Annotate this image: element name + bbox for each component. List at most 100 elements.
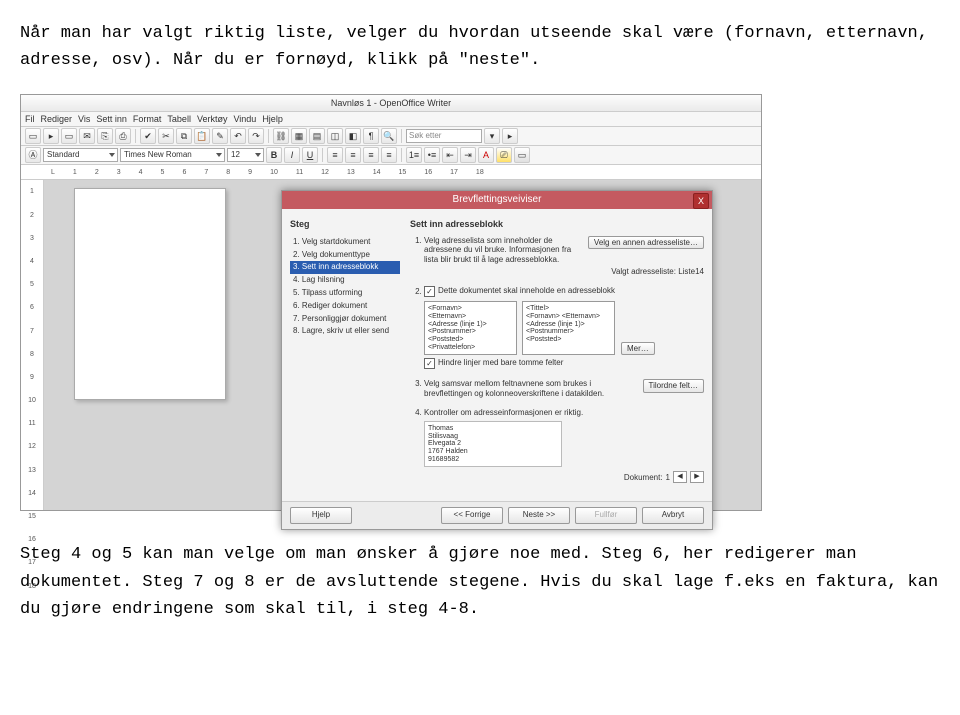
align-right-icon[interactable]: ≡ xyxy=(363,147,379,163)
step-content-panel: Sett inn adresseblokk Velg adresselista … xyxy=(410,217,704,493)
menu-tools[interactable]: Verktøy xyxy=(197,112,228,126)
italic-icon[interactable]: I xyxy=(284,147,300,163)
close-icon[interactable]: X xyxy=(693,193,709,209)
menu-window[interactable]: Vindu xyxy=(233,112,256,126)
page-1[interactable] xyxy=(74,188,226,400)
menu-help[interactable]: Hjelp xyxy=(262,112,283,126)
step-2[interactable]: 2. Velg dokumenttype xyxy=(290,249,400,262)
standard-toolbar: ▭ ▸ ▭ ✉ ⎘ ⎙ ✔ ✂ ⧉ 📋 ✎ ↶ ↷ ⛓ ▦ ▤ ◫ ◧ ¶ 🔍 … xyxy=(21,127,761,146)
doc-next-button[interactable]: ▶ xyxy=(690,471,704,483)
mail-icon[interactable]: ✉ xyxy=(79,128,95,144)
font-color-icon[interactable]: A xyxy=(478,147,494,163)
mailmerge-wizard-dialog: Brevflettingsveiviser X Steg 1. Velg sta… xyxy=(281,190,713,530)
help-button[interactable]: Hjelp xyxy=(290,507,352,524)
para-style-select[interactable]: Standard xyxy=(43,148,118,162)
next-button[interactable]: Neste >> xyxy=(508,507,570,524)
choose-list-button[interactable]: Velg en annen adresseliste… xyxy=(588,236,704,250)
menu-view[interactable]: Vis xyxy=(78,112,90,126)
format-option-2[interactable]: <Tittel> <Fornavn> <Etternavn> <Adresse … xyxy=(522,301,615,355)
step-7[interactable]: 7. Personliggjør dokument xyxy=(290,313,400,326)
bullet-list-icon[interactable]: •≡ xyxy=(424,147,440,163)
indent-dec-icon[interactable]: ⇤ xyxy=(442,147,458,163)
menu-insert[interactable]: Sett inn xyxy=(96,112,127,126)
dialog-title: Brevflettingsveiviser X xyxy=(282,191,712,209)
copy-icon[interactable]: ⧉ xyxy=(176,128,192,144)
writer-screenshot: Navnløs 1 - OpenOffice Writer Fil Redige… xyxy=(20,94,762,511)
doc-prev-button[interactable]: ◀ xyxy=(673,471,687,483)
new-file-icon[interactable]: ▭ xyxy=(25,128,41,144)
redo-icon[interactable]: ↷ xyxy=(248,128,264,144)
search-input[interactable]: Søk etter xyxy=(406,129,482,143)
item-2: ✓ Dette dokumentet skal inneholde en adr… xyxy=(424,286,704,369)
cut-icon[interactable]: ✂ xyxy=(158,128,174,144)
menu-bar: Fil Rediger Vis Sett inn Format Tabell V… xyxy=(21,112,761,127)
number-list-icon[interactable]: 1≡ xyxy=(406,147,422,163)
selected-list-value: Liste14 xyxy=(678,267,704,276)
nonprint-icon[interactable]: ¶ xyxy=(363,128,379,144)
indent-inc-icon[interactable]: ⇥ xyxy=(460,147,476,163)
show-icon[interactable]: ▤ xyxy=(309,128,325,144)
back-button[interactable]: << Forrige xyxy=(441,507,503,524)
item-1: Velg adresselista som inneholder de adre… xyxy=(424,236,704,276)
doc-nav-number: 1 xyxy=(666,473,670,483)
step-5[interactable]: 5. Tilpass utforming xyxy=(290,287,400,300)
menu-file[interactable]: Fil xyxy=(25,112,35,126)
print-icon[interactable]: ⎙ xyxy=(115,128,131,144)
align-left-icon[interactable]: ≡ xyxy=(327,147,343,163)
step-6[interactable]: 6. Rediger dokument xyxy=(290,300,400,313)
bold-icon[interactable]: B xyxy=(266,147,282,163)
data-icon[interactable]: ◧ xyxy=(345,128,361,144)
menu-table[interactable]: Tabell xyxy=(167,112,191,126)
pdf-icon[interactable]: ⎘ xyxy=(97,128,113,144)
search-next-icon[interactable]: ▸ xyxy=(502,128,518,144)
menu-format[interactable]: Format xyxy=(133,112,162,126)
step-8[interactable]: 8. Lagre, skriv ut eller send xyxy=(290,325,400,338)
suppress-empty-checkbox[interactable]: ✓ xyxy=(424,358,435,369)
format-toolbar: Ⓐ Standard Times New Roman 12 B I U ≡ ≡ … xyxy=(21,146,761,165)
save-icon[interactable]: ▭ xyxy=(61,128,77,144)
suppress-empty-label: Hindre linjer med bare tomme felter xyxy=(438,358,563,368)
styles-icon[interactable]: Ⓐ xyxy=(25,147,41,163)
selected-list-label: Valgt adresseliste: xyxy=(611,267,678,276)
clone-icon[interactable]: ✎ xyxy=(212,128,228,144)
include-block-checkbox[interactable]: ✓ xyxy=(424,286,435,297)
align-center-icon[interactable]: ≡ xyxy=(345,147,361,163)
paste-icon[interactable]: 📋 xyxy=(194,128,210,144)
window-title: Navnløs 1 - OpenOffice Writer xyxy=(21,95,761,112)
item3-text: Velg samsvar mellom feltnavnene som bruk… xyxy=(424,379,638,398)
match-fields-button[interactable]: Tilordne felt… xyxy=(643,379,705,393)
font-name-select[interactable]: Times New Roman xyxy=(120,148,225,162)
outro-paragraph: Steg 4 og 5 kan man velge om man ønsker … xyxy=(20,541,940,623)
spell-icon[interactable]: ✔ xyxy=(140,128,156,144)
align-justify-icon[interactable]: ≡ xyxy=(381,147,397,163)
step-1[interactable]: 1. Velg startdokument xyxy=(290,236,400,249)
menu-edit[interactable]: Rediger xyxy=(41,112,73,126)
step-list-panel: Steg 1. Velg startdokument 2. Velg dokum… xyxy=(290,217,400,493)
format-option-1[interactable]: <Fornavn> <Etternavn> <Adresse (linje 1)… xyxy=(424,301,517,355)
gallery-icon[interactable]: ◫ xyxy=(327,128,343,144)
step-3[interactable]: 3. Sett inn adresseblokk xyxy=(290,261,400,274)
cancel-button[interactable]: Avbryt xyxy=(642,507,704,524)
item4-text: Kontroller om adresseinformasjonen er ri… xyxy=(424,408,583,417)
item1-text: Velg adresselista som inneholder de adre… xyxy=(424,236,583,265)
item-4: Kontroller om adresseinformasjonen er ri… xyxy=(424,408,704,483)
undo-icon[interactable]: ↶ xyxy=(230,128,246,144)
horizontal-ruler: L 12 34 56 78 910 1112 1314 1516 1718 xyxy=(21,165,761,180)
bg-color-icon[interactable]: ▭ xyxy=(514,147,530,163)
table-icon[interactable]: ▦ xyxy=(291,128,307,144)
vertical-ruler: 12 34 56 78 910 1112 1314 1516 1718 xyxy=(21,180,44,510)
zoom-icon[interactable]: 🔍 xyxy=(381,128,397,144)
open-icon[interactable]: ▸ xyxy=(43,128,59,144)
font-size-select[interactable]: 12 xyxy=(227,148,264,162)
underline-icon[interactable]: U xyxy=(302,147,318,163)
address-preview: Thomas Stilisvaag Elvegata 2 1767 Halden… xyxy=(424,421,562,467)
highlight-icon[interactable]: ⎚ xyxy=(496,147,512,163)
step-4[interactable]: 4. Lag hilsning xyxy=(290,274,400,287)
search-down-icon[interactable]: ▾ xyxy=(484,128,500,144)
content-heading: Sett inn adresseblokk xyxy=(410,217,704,231)
doc-nav-label: Dokument: xyxy=(624,473,663,483)
finish-button: Fullfør xyxy=(575,507,637,524)
steps-heading: Steg xyxy=(290,217,400,231)
more-formats-button[interactable]: Mer… xyxy=(621,342,655,356)
link-icon[interactable]: ⛓ xyxy=(273,128,289,144)
